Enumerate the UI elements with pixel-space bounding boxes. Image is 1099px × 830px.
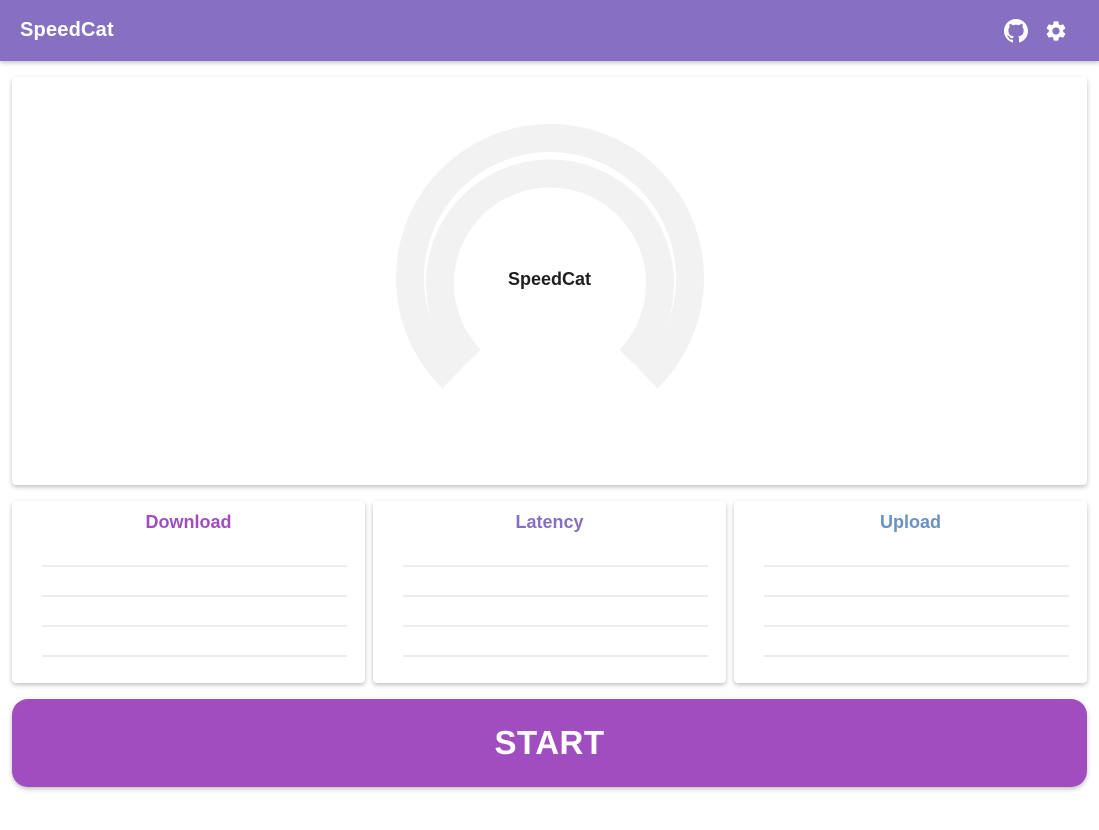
latency-line-2 (403, 595, 708, 597)
gauge-card: SpeedCat (12, 77, 1087, 485)
github-icon[interactable] (1003, 18, 1029, 44)
upload-card: Upload (734, 501, 1087, 683)
download-line-3 (42, 625, 347, 627)
app-actions (1003, 18, 1069, 44)
upload-label: Upload (880, 512, 941, 532)
app-bar: SpeedCat (0, 0, 1099, 61)
latency-line-4 (403, 655, 708, 657)
download-line-1 (42, 565, 347, 567)
download-line-4 (42, 655, 347, 657)
download-card: Download (12, 501, 365, 683)
start-button[interactable]: START (12, 699, 1087, 787)
upload-line-3 (764, 625, 1069, 627)
latency-line-1 (403, 565, 708, 567)
download-line-2 (42, 595, 347, 597)
gauge-inner-track (426, 159, 674, 370)
latency-label: Latency (515, 512, 584, 532)
upload-line-4 (764, 655, 1069, 657)
latency-card: Latency (373, 501, 726, 683)
upload-line-2 (764, 595, 1069, 597)
latency-line-3 (403, 625, 708, 627)
app-title: SpeedCat (20, 19, 114, 41)
gauge-label: SpeedCat (507, 269, 592, 289)
download-label: Download (145, 512, 232, 532)
upload-line-1 (764, 565, 1069, 567)
gear-icon[interactable] (1043, 18, 1069, 44)
